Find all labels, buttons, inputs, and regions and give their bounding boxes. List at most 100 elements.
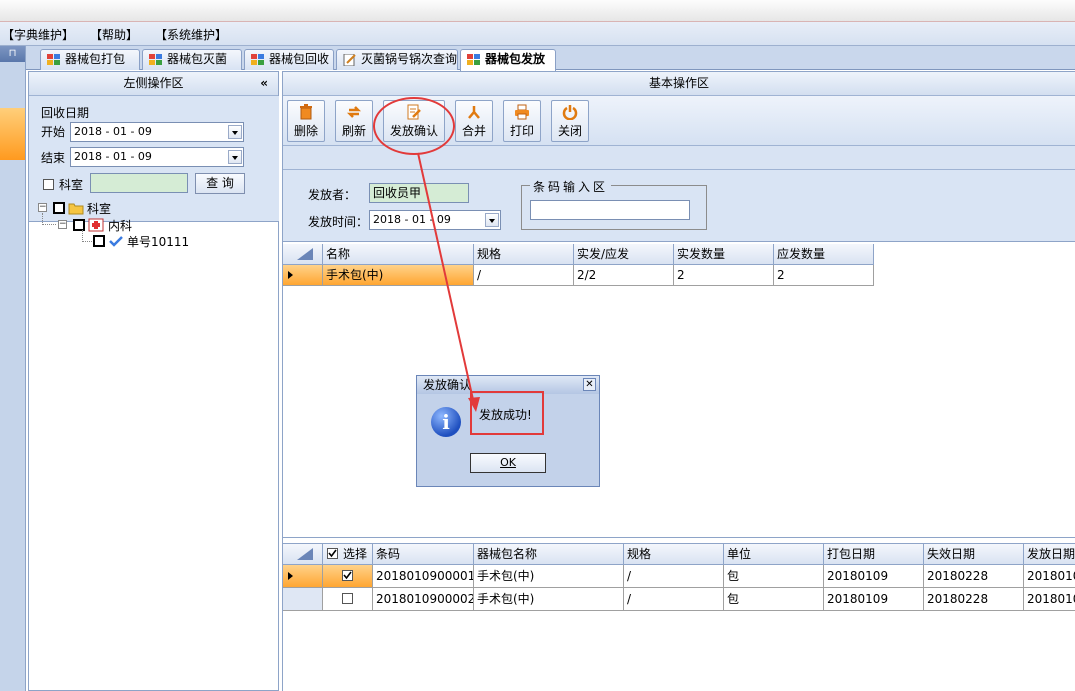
- cell-ratio[interactable]: 2/2: [574, 265, 674, 286]
- pin-icon[interactable]: ⊓: [0, 46, 25, 62]
- tree-checkbox-leaf[interactable]: [93, 235, 105, 247]
- tab-bar: 器械包打包 器械包灭菌 器械包回收 灭菌锅号锅次查询 器械包发放: [26, 46, 1075, 71]
- cell-unit[interactable]: 包: [724, 565, 824, 588]
- close-icon[interactable]: ✕: [583, 378, 596, 391]
- cell-issue-date[interactable]: 20180109: [1024, 565, 1075, 588]
- column-header-issue-date[interactable]: 发放日期: [1024, 544, 1075, 565]
- printer-icon: [515, 104, 529, 120]
- cell-pack-date[interactable]: 20180109: [824, 565, 924, 588]
- tab-issue[interactable]: 器械包发放: [460, 49, 556, 71]
- tree-child-label[interactable]: 内科: [108, 217, 132, 234]
- column-header-actual[interactable]: 实发数量: [674, 244, 774, 265]
- left-panel: 左侧操作区 « 回收日期 开始 2018 - 01 - 09 结束 2018 -…: [28, 71, 279, 691]
- cell-spec[interactable]: /: [624, 565, 724, 588]
- tab-issue-label: 器械包发放: [485, 52, 546, 66]
- column-header-expiry-date[interactable]: 失效日期: [924, 544, 1024, 565]
- tree-expander-child[interactable]: −: [58, 220, 67, 229]
- cell-barcode[interactable]: 2018010900001: [373, 565, 474, 588]
- chevron-down-icon[interactable]: [228, 150, 242, 164]
- tree-expander-root[interactable]: −: [38, 203, 47, 212]
- tab-sterilize[interactable]: 器械包灭菌: [142, 49, 242, 70]
- end-date-value: 2018 - 01 - 09: [74, 150, 152, 163]
- column-header-ratio[interactable]: 实发/应发: [574, 244, 674, 265]
- refresh-button[interactable]: 刷新: [335, 100, 373, 142]
- column-header-expected[interactable]: 应发数量: [774, 244, 874, 265]
- tree-root-label[interactable]: 科室: [87, 200, 111, 217]
- menu-system[interactable]: 【系统维护】: [155, 26, 227, 43]
- cell-expiry-date[interactable]: 20180228: [924, 588, 1024, 611]
- cell-unit[interactable]: 包: [724, 588, 824, 611]
- end-date-picker[interactable]: 2018 - 01 - 09: [70, 147, 244, 167]
- dialog-title: 发放确认: [423, 378, 472, 392]
- cell-expiry-date[interactable]: 20180228: [924, 565, 1024, 588]
- cell-issue-date[interactable]: 20180109: [1024, 588, 1075, 611]
- collapse-icon[interactable]: «: [260, 72, 268, 95]
- row-select-cell[interactable]: [323, 565, 373, 588]
- cell-barcode[interactable]: 2018010900002: [373, 588, 474, 611]
- tab-sterilizer-query[interactable]: 灭菌锅号锅次查询: [336, 49, 458, 70]
- cell-package-name[interactable]: 手术包(中): [474, 565, 624, 588]
- row-checkbox[interactable]: [342, 593, 353, 604]
- row-pointer-icon: [288, 271, 293, 279]
- trash-icon: [300, 104, 312, 120]
- select-all-checkbox[interactable]: [327, 548, 338, 559]
- print-label: 打印: [509, 124, 534, 138]
- query-button[interactable]: 查 询: [195, 173, 245, 194]
- column-header-spec[interactable]: 规格: [474, 244, 574, 265]
- cell-pack-date[interactable]: 20180109: [824, 588, 924, 611]
- package-icon: [251, 54, 264, 65]
- column-header-barcode[interactable]: 条码: [373, 544, 474, 565]
- row-checkbox[interactable]: [342, 570, 353, 581]
- tab-recycle[interactable]: 器械包回收: [244, 49, 334, 70]
- barcode-input[interactable]: [530, 200, 690, 220]
- grid-corner: [283, 544, 323, 565]
- merge-label: 合并: [461, 124, 486, 138]
- package-icon: [467, 54, 480, 65]
- column-header-package-name[interactable]: 器械包名称: [474, 544, 624, 565]
- tab-pack[interactable]: 器械包打包: [40, 49, 140, 70]
- issuer-input[interactable]: 回收员甲: [369, 183, 469, 203]
- chevron-down-icon[interactable]: [228, 125, 242, 139]
- delete-button[interactable]: 删除: [287, 100, 325, 142]
- tree-leaf-label[interactable]: 单号10111: [127, 233, 189, 250]
- ok-button[interactable]: OK: [470, 453, 546, 473]
- end-label: 结束: [41, 151, 66, 165]
- main-panel-header: 基本操作区: [283, 72, 1075, 96]
- start-date-picker[interactable]: 2018 - 01 - 09: [70, 122, 244, 142]
- column-header-unit[interactable]: 单位: [724, 544, 824, 565]
- menu-help[interactable]: 【帮助】: [90, 26, 138, 43]
- side-strip-active[interactable]: [0, 108, 25, 160]
- merge-icon: [468, 106, 480, 119]
- dept-input[interactable]: [90, 173, 188, 193]
- close-button[interactable]: 关闭: [551, 100, 589, 142]
- row-select-cell[interactable]: [323, 588, 373, 611]
- dept-checkbox[interactable]: [43, 179, 54, 190]
- print-button[interactable]: 打印: [503, 100, 541, 142]
- column-header-pack-date[interactable]: 打包日期: [824, 544, 924, 565]
- column-header-select[interactable]: 选择: [323, 544, 373, 565]
- corner-triangle-icon: [297, 248, 313, 260]
- cell-spec[interactable]: /: [624, 588, 724, 611]
- row-indicator[interactable]: [283, 265, 323, 286]
- cell-actual[interactable]: 2: [674, 265, 774, 286]
- cell-expected[interactable]: 2: [774, 265, 874, 286]
- tree-checkbox-root[interactable]: [53, 202, 65, 214]
- issue-time-value: 2018 - 01 - 09: [373, 213, 451, 226]
- row-indicator[interactable]: [283, 588, 323, 611]
- tree-checkbox-child[interactable]: [73, 219, 85, 231]
- left-panel-header: 左侧操作区 «: [29, 72, 278, 96]
- cell-package-name[interactable]: 手术包(中): [474, 588, 624, 611]
- cell-name[interactable]: 手术包(中): [323, 265, 474, 286]
- column-header-name[interactable]: 名称: [323, 244, 474, 265]
- row-indicator[interactable]: [283, 565, 323, 588]
- issue-form: 发放者： 回收员甲 发放时间： 2018 - 01 - 09 条码输入区: [283, 170, 1075, 242]
- menu-dictionary[interactable]: 【字典维护】: [2, 26, 74, 43]
- cell-spec[interactable]: /: [474, 265, 574, 286]
- column-header-spec[interactable]: 规格: [624, 544, 724, 565]
- left-filter-form: 回收日期 开始 2018 - 01 - 09 结束 2018 - 01 - 09…: [29, 96, 279, 222]
- grid-corner: [283, 244, 323, 265]
- tree-connector: [42, 224, 56, 225]
- merge-button[interactable]: 合并: [455, 100, 493, 142]
- chevron-down-icon[interactable]: [485, 213, 499, 227]
- issue-time-picker[interactable]: 2018 - 01 - 09: [369, 210, 501, 230]
